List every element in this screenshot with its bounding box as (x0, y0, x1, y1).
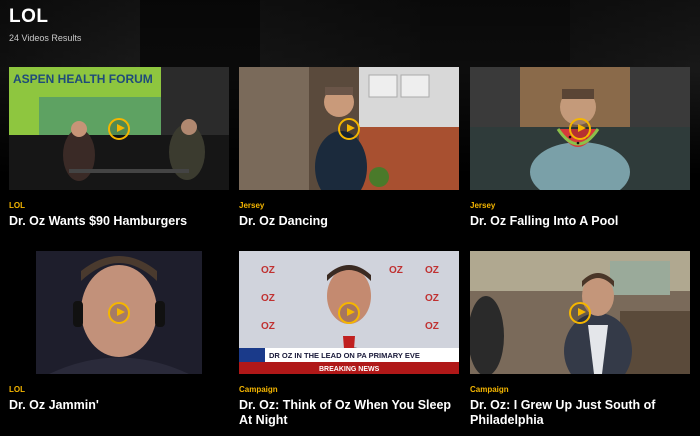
video-thumbnail[interactable] (239, 67, 459, 190)
video-card[interactable]: OZ OZ OZ OZ OZ OZ OZ DR OZ IN THE LEAD ON PA… (239, 251, 459, 428)
video-category[interactable]: LOL (9, 385, 229, 394)
video-title[interactable]: Dr. Oz Dancing (239, 214, 459, 229)
video-title[interactable]: Dr. Oz Jammin' (9, 398, 229, 413)
video-category[interactable]: LOL (9, 201, 229, 210)
svg-text:OZ: OZ (261, 293, 275, 304)
video-thumbnail[interactable] (470, 251, 690, 374)
video-card[interactable]: LOL Dr. Oz Jammin' (9, 251, 229, 413)
play-icon[interactable] (338, 301, 360, 324)
video-title[interactable]: Dr. Oz Falling Into A Pool (470, 214, 690, 229)
svg-text:OZ: OZ (261, 321, 275, 332)
video-card[interactable]: Jersey Dr. Oz Dancing (239, 67, 459, 229)
video-card[interactable]: ASPEN HEALTH FORUM LOL Dr. Oz Wants $90 … (9, 67, 229, 229)
video-card[interactable]: Campaign Dr. Oz: I Grew Up Just South of… (470, 251, 690, 428)
video-thumbnail[interactable] (9, 251, 229, 374)
play-icon[interactable] (108, 117, 130, 140)
svg-text:OZ: OZ (389, 265, 403, 276)
page-title: LOL (9, 6, 49, 27)
results-count: 24 Videos Results (9, 33, 82, 43)
video-card[interactable]: Jersey Dr. Oz Falling Into A Pool (470, 67, 690, 229)
video-category[interactable]: Jersey (470, 201, 690, 210)
video-category[interactable]: Jersey (239, 201, 459, 210)
svg-text:OZ: OZ (261, 265, 275, 276)
video-title[interactable]: Dr. Oz: I Grew Up Just South of Philadel… (470, 398, 690, 428)
video-title[interactable]: Dr. Oz Wants $90 Hamburgers (9, 214, 229, 229)
news-badge: BREAKING NEWS (319, 366, 380, 373)
video-thumbnail[interactable]: ASPEN HEALTH FORUM (9, 67, 229, 190)
thumbnail-caption: ASPEN HEALTH FORUM (13, 72, 153, 86)
play-icon[interactable] (569, 301, 591, 324)
play-icon[interactable] (108, 301, 130, 324)
video-title[interactable]: Dr. Oz: Think of Oz When You Sleep At Ni… (239, 398, 459, 428)
svg-text:OZ: OZ (425, 321, 439, 332)
video-thumbnail[interactable] (470, 67, 690, 190)
svg-text:OZ: OZ (425, 293, 439, 304)
video-category[interactable]: Campaign (470, 385, 690, 394)
play-icon[interactable] (338, 117, 360, 140)
play-icon[interactable] (569, 117, 591, 140)
video-thumbnail[interactable]: OZ OZ OZ OZ OZ OZ OZ DR OZ IN THE LEAD ON PA… (239, 251, 459, 374)
svg-text:OZ: OZ (425, 265, 439, 276)
news-ticker: DR OZ IN THE LEAD ON PA PRIMARY EVE (269, 351, 420, 360)
video-category[interactable]: Campaign (239, 385, 459, 394)
